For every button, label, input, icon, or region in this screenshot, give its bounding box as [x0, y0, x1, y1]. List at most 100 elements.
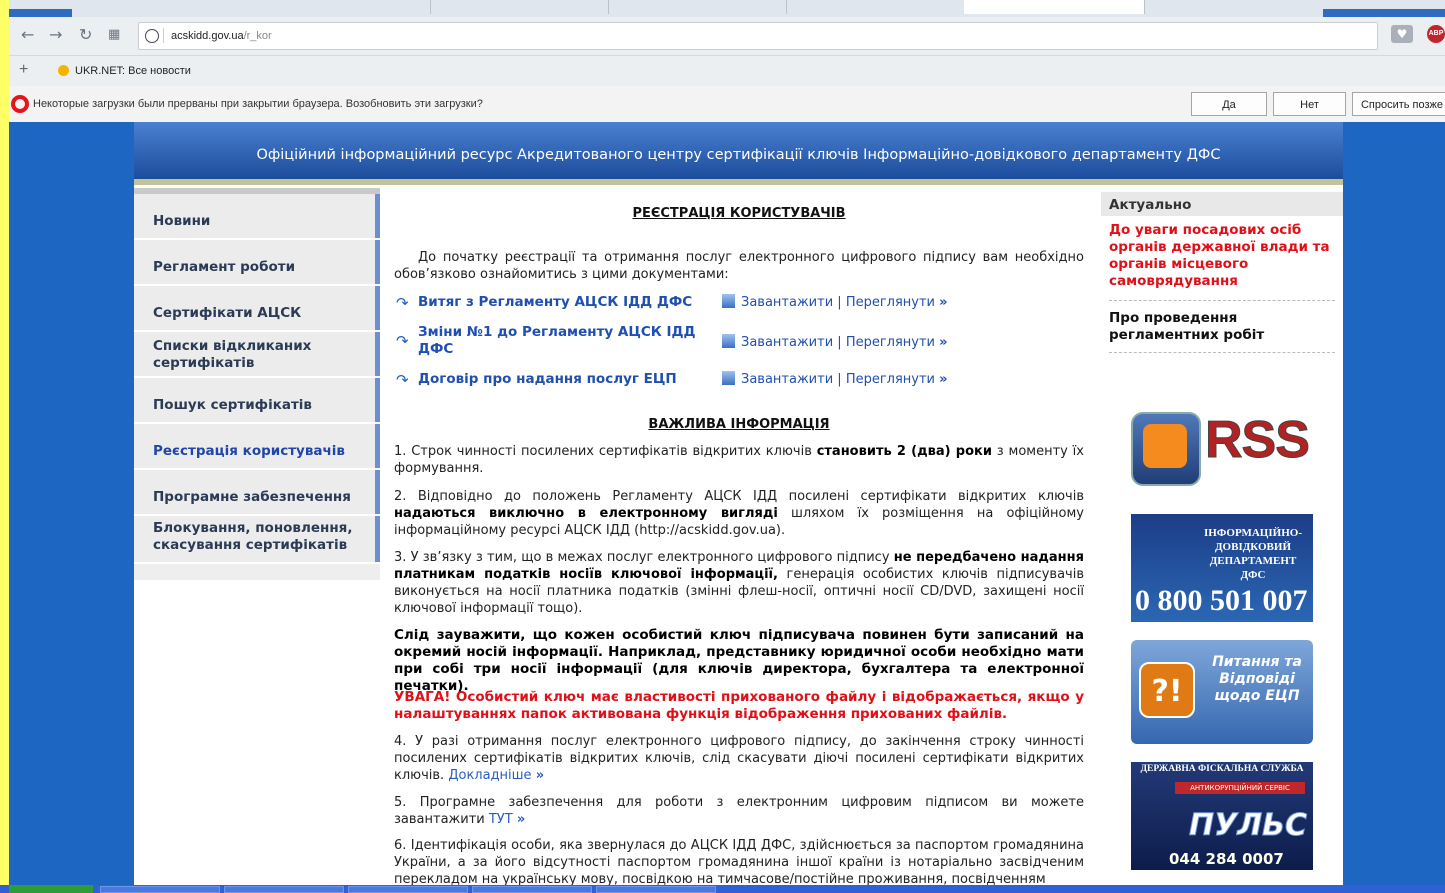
page-title: РЕЄСТРАЦІЯ КОРИСТУВАЧІВ	[632, 206, 846, 221]
browser-tab[interactable]	[608, 0, 787, 14]
doc-row: ↷ Витяг з Регламенту АЦСК ІДД ДФС Завант…	[394, 294, 1084, 328]
view-link[interactable]: Переглянути	[846, 372, 935, 387]
nav-accent	[375, 332, 380, 376]
download-link[interactable]: Завантажити	[741, 372, 833, 387]
news-link-officials[interactable]: До уваги посадових осіб органів державно…	[1109, 222, 1335, 290]
web-page: Офіційний інформаційний ресурс Акредитов…	[9, 122, 1445, 885]
nav-item-regulations[interactable]: Регламент роботи	[134, 240, 380, 286]
browser-tab[interactable]	[786, 0, 965, 14]
start-button[interactable]	[9, 885, 93, 893]
address-url: acskidd.gov.ua/r_kor	[171, 23, 272, 49]
doc-actions: Завантажити | Переглянути »	[722, 334, 948, 350]
adblock-icon[interactable]: ABP	[1427, 25, 1445, 43]
back-icon[interactable]: ←	[21, 25, 34, 44]
nav-item-news[interactable]: Новини	[134, 194, 380, 240]
nav-label: Списки відкликаних сертифікатів	[153, 338, 312, 371]
address-bar[interactable]: acskidd.gov.ua/r_kor	[138, 22, 1378, 50]
nav-accent	[375, 378, 380, 422]
speed-dial-icon[interactable]: ▦	[108, 27, 120, 42]
more-link[interactable]: Докладніше	[448, 768, 531, 783]
tab-indicator	[1323, 9, 1445, 17]
puls-banner[interactable]: ДЕРЖАВНА ФІСКАЛЬНА СЛУЖБА АНТИКОРУПЦІЙНИ…	[1131, 762, 1313, 870]
faq-banner[interactable]: ?! Питання та Відповіді щодо ЕЦП	[1131, 640, 1313, 744]
nav-item-certificates[interactable]: Сертифікати АЦСК	[134, 286, 380, 332]
add-bookmark-icon[interactable]: +	[19, 61, 28, 79]
bold-text: надаються виключно в електронному вигляд…	[394, 506, 778, 521]
nav-item-registration[interactable]: Реєстрація користувачів	[134, 424, 380, 470]
reload-icon[interactable]: ↻	[79, 25, 92, 44]
download-notification-bar: Некоторые загрузки были прерваны при зак…	[9, 86, 1445, 123]
site-info-icon[interactable]	[145, 29, 159, 43]
os-taskbar	[0, 885, 1445, 893]
view-link[interactable]: Переглянути	[846, 335, 935, 350]
download-link[interactable]: Завантажити	[741, 295, 833, 310]
browser-tab[interactable]	[430, 0, 609, 14]
doc-arrow-icon: ↷	[396, 371, 409, 389]
text: 1. Строк чинності посилених сертифікатів…	[394, 444, 817, 459]
info-paragraph-5: 5. Програмне забезпечення для роботи з е…	[394, 795, 1084, 827]
nav-item-revoked-lists[interactable]: Списки відкликаних сертифікатів	[134, 332, 380, 378]
warning-paragraph: УВАГА! Особистий ключ має властивості пр…	[394, 689, 1084, 722]
nav-label: Блокування, поновлення, скасування серти…	[153, 520, 353, 553]
doc-actions: Завантажити | Переглянути »	[722, 294, 948, 310]
address-path: /r_kor	[243, 30, 272, 42]
news-link-maintenance[interactable]: Про проведення регламентних робіт	[1109, 310, 1335, 344]
banner-phone: 0 800 501 007	[1135, 584, 1308, 617]
info-department-banner[interactable]: ІНФОРМАЦІЙНО-ДОВІДКОВИЙ ДЕПАРТАМЕНТ ДФС …	[1131, 514, 1313, 622]
info-paragraph-3: 3. У зв’язку з тим, що в межах послуг ел…	[394, 549, 1084, 617]
info-paragraph-1: 1. Строк чинності посилених сертифікатів…	[394, 443, 1084, 477]
taskbar-item[interactable]	[224, 886, 344, 893]
doc-link[interactable]: Зміни №1 до Регламенту АЦСК ІДД ДФС	[418, 324, 698, 358]
doc-link[interactable]: Витяг з Регламенту АЦСК ІДД ДФС	[418, 294, 692, 311]
rss-banner[interactable]: RSS	[1131, 406, 1313, 486]
taskbar-item[interactable]	[596, 886, 716, 893]
header-divider	[134, 179, 1343, 185]
browser-toolbar: ← → ↻ ▦ acskidd.gov.ua/r_kor ♥ ABP	[9, 17, 1445, 56]
bookmark-ukrnet[interactable]: UKR.NET: Все новости	[75, 65, 191, 77]
main-nav: Новини Регламент роботи Сертифікати АЦСК…	[134, 188, 380, 580]
taskbar-item[interactable]	[472, 886, 592, 893]
notification-message: Некоторые загрузки были прерваны при зак…	[33, 98, 483, 110]
nav-item-blocking[interactable]: Блокування, поновлення, скасування серти…	[134, 516, 380, 564]
browser-tab-active[interactable]	[964, 0, 1145, 14]
divider	[163, 28, 164, 43]
bookmarks-bar: + UKR.NET: Все новости	[9, 56, 1445, 87]
info-paragraph-note: Слід зауважити, що кожен особистий ключ …	[394, 627, 1084, 694]
view-link[interactable]: Переглянути	[846, 295, 935, 310]
divider	[1109, 352, 1335, 353]
tab-strip	[9, 0, 1445, 17]
nav-item-software[interactable]: Програмне забезпечення	[134, 470, 380, 516]
nav-item-search[interactable]: Пошук сертифікатів	[134, 378, 380, 424]
nav-label: Сертифікати АЦСК	[153, 305, 302, 321]
doc-arrow-icon: ↷	[396, 294, 409, 312]
taskbar-item[interactable]	[100, 886, 220, 893]
intro-text: До початку реєстрації та отримання послу…	[394, 250, 1084, 282]
doc-row: ↷ Зміни №1 до Регламенту АЦСК ІДД ДФС За…	[394, 324, 1084, 358]
nav-label: Регламент роботи	[153, 259, 296, 275]
nav-accent	[375, 424, 380, 468]
doc-link[interactable]: Договір про надання послуг ЕЦП	[418, 371, 677, 388]
info-paragraph-6: 6. Ідентифікація особи, яка звернулася д…	[394, 838, 1084, 885]
heart-icon[interactable]: ♥	[1391, 25, 1413, 43]
taskbar-item[interactable]	[348, 886, 468, 893]
browser-tab[interactable]	[72, 0, 431, 14]
yes-button[interactable]: Да	[1191, 92, 1267, 116]
nav-label: Реєстрація користувачів	[153, 443, 345, 459]
ask-later-button[interactable]: Спросить позже	[1352, 92, 1445, 116]
doc-arrow-icon: ↷	[396, 332, 409, 350]
software-link[interactable]: ТУТ	[489, 812, 513, 827]
banner-text: Питання та Відповіді щодо ЕЦП	[1212, 654, 1302, 704]
banner-title: ПУЛЬС	[1188, 808, 1308, 844]
nav-accent	[375, 286, 380, 330]
banner-header: ДЕРЖАВНА ФІСКАЛЬНА СЛУЖБА	[1140, 764, 1304, 774]
rss-symbol	[1143, 424, 1187, 468]
rss-label: RSS	[1205, 411, 1311, 470]
download-link[interactable]: Завантажити	[741, 335, 833, 350]
forward-icon[interactable]: →	[49, 25, 62, 44]
banner-phone: 044 284 0007	[1169, 850, 1284, 868]
nav-accent	[375, 516, 380, 562]
no-button[interactable]: Нет	[1273, 92, 1346, 116]
address-host: acskidd.gov.ua	[171, 30, 244, 42]
doc-actions: Завантажити | Переглянути »	[722, 371, 948, 387]
text: 3. У зв’язку з тим, що в межах послуг ел…	[394, 550, 894, 565]
